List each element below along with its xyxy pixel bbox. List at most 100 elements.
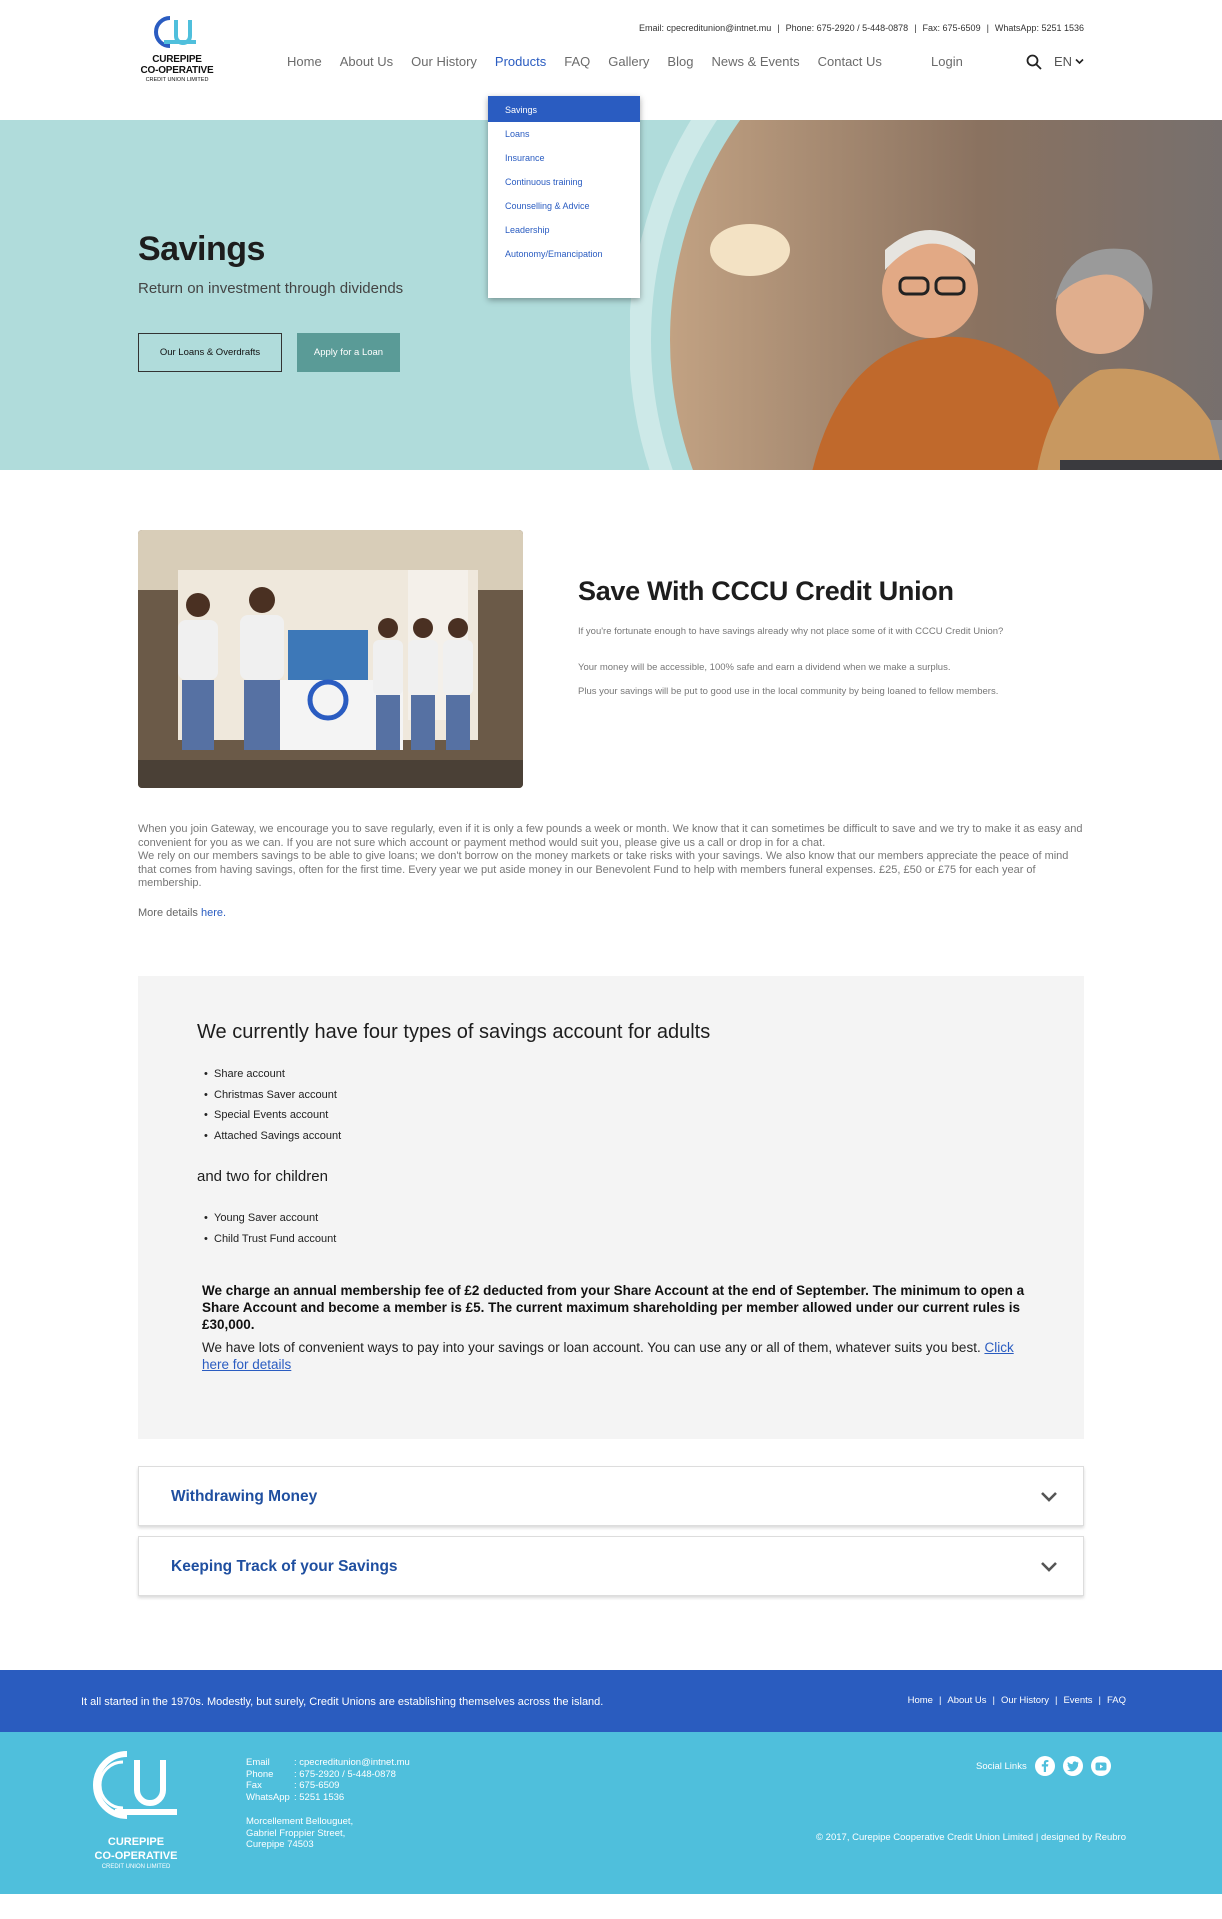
top-email[interactable]: Email: cpecreditunion@intnet.mu — [639, 23, 771, 33]
footer-logo-mark-icon — [93, 1751, 177, 1819]
logo-line-2: CO-OPERATIVE — [140, 65, 214, 76]
footer-links: Home | About Us | Our History | Events | FAQ — [908, 1695, 1126, 1706]
more-details-link[interactable]: here. — [201, 907, 226, 919]
contact-label: WhatsApp — [246, 1791, 290, 1803]
footer-link-home[interactable]: Home — [908, 1695, 933, 1706]
logo-mark-icon — [154, 16, 196, 48]
nav-about-us[interactable]: About Us — [340, 54, 393, 69]
footer-contact: Email : cpecreditunion@intnet.mu Phone : 6… — [246, 1757, 410, 1803]
nav-news-events[interactable]: News & Events — [711, 54, 799, 69]
footer-main: CUREPIPE CO-OPERATIVE CREDIT UNION LIMIT… — [0, 1732, 1222, 1894]
child-accounts-list: Young Saver account Child Trust Fund acc… — [204, 1212, 336, 1253]
hero-couple-image — [630, 120, 1222, 470]
social-links-label: Social Links — [976, 1760, 1027, 1772]
team-photo — [138, 530, 523, 788]
nav-gallery[interactable]: Gallery — [608, 54, 649, 69]
divider: | — [914, 23, 917, 33]
membership-fee-text: We charge an annual membership fee of £2… — [202, 1283, 1025, 1332]
account-types-panel: We currently have four types of savings … — [138, 976, 1084, 1439]
footer-link-about[interactable]: About Us — [947, 1695, 986, 1706]
list-item: Special Events account — [204, 1109, 341, 1130]
top-whatsapp[interactable]: WhatsApp: 5251 1536 — [995, 23, 1084, 33]
footer-link-events[interactable]: Events — [1063, 1695, 1092, 1706]
search-icon[interactable] — [1026, 54, 1042, 70]
youtube-icon[interactable] — [1090, 1756, 1111, 1776]
top-contact-bar: Email: cpecreditunion@intnet.mu | Phone:… — [639, 23, 1084, 33]
footer-logo-line-3: CREDIT UNION LIMITED — [101, 1864, 171, 1870]
contact-label: Fax — [246, 1780, 262, 1791]
footer-address: Morcellement Bellouguet, Gabriel Froppie… — [246, 1816, 353, 1851]
products-dropdown: Savings Loans Insurance Continuous train… — [488, 96, 640, 298]
nav-products[interactable]: Products — [495, 54, 546, 69]
dropdown-item-savings[interactable]: Savings — [488, 98, 640, 122]
adult-accounts-heading: We currently have four types of savings … — [197, 1021, 711, 1043]
children-accounts-heading: and two for children — [197, 1168, 328, 1185]
list-item: Share account — [204, 1068, 341, 1089]
hero-title: Savings — [138, 230, 265, 268]
contact-row: Email : cpecreditunion@intnet.mu — [246, 1757, 410, 1769]
list-item: Attached Savings account — [204, 1130, 341, 1151]
social-links: Social Links — [976, 1756, 1111, 1776]
accordion-keeping-track[interactable]: Keeping Track of your Savings — [138, 1536, 1084, 1596]
more-details-label: More details — [138, 907, 201, 919]
contact-value[interactable]: : cpecreditunion@intnet.mu — [294, 1757, 410, 1769]
nav-our-history[interactable]: Our History — [411, 54, 477, 69]
login-link[interactable]: Login — [931, 54, 963, 69]
copyright: © 2017, Curepipe Cooperative Credit Unio… — [816, 1832, 1126, 1843]
nav-home[interactable]: Home — [287, 54, 322, 69]
contact-row: Phone : 675-2920 / 5-448-0878 — [246, 1769, 410, 1781]
savings-description: When you join Gateway, we encourage you … — [138, 823, 1084, 891]
twitter-icon[interactable] — [1062, 1756, 1083, 1776]
chevron-down-icon — [1041, 1492, 1057, 1502]
facebook-icon[interactable] — [1034, 1756, 1055, 1776]
footer-tagline: It all started in the 1970s. Modestly, b… — [81, 1696, 604, 1708]
nav-faq[interactable]: FAQ — [564, 54, 590, 69]
dropdown-item-insurance[interactable]: Insurance — [488, 146, 640, 170]
accordion-title: Keeping Track of your Savings — [171, 1558, 398, 1575]
apply-loan-button[interactable]: Apply for a Loan — [297, 333, 400, 372]
dropdown-item-counselling[interactable]: Counselling & Advice — [488, 194, 640, 218]
address-line: Gabriel Froppier Street, — [246, 1827, 346, 1839]
more-details: More details here. — [138, 907, 226, 919]
top-fax: Fax: 675-6509 — [922, 23, 981, 33]
divider: | — [992, 1695, 995, 1706]
contact-row: WhatsApp : 5251 1536 — [246, 1792, 410, 1804]
accordion-title: Withdrawing Money — [171, 1488, 318, 1505]
list-item: Christmas Saver account — [204, 1089, 341, 1110]
accordion-withdrawing-money[interactable]: Withdrawing Money — [138, 1466, 1084, 1526]
divider: | — [938, 1695, 942, 1706]
chevron-down-icon — [1075, 58, 1084, 65]
language-select[interactable]: EN — [1054, 54, 1084, 69]
divider: | — [986, 23, 989, 33]
nav-contact-us[interactable]: Contact Us — [818, 54, 882, 69]
intro-paragraph-2: Your money will be accessible, 100% safe… — [578, 662, 951, 673]
language-label: EN — [1054, 54, 1073, 69]
loans-overdrafts-button[interactable]: Our Loans & Overdrafts — [138, 333, 282, 372]
payment-ways-text: We have lots of convenient ways to pay i… — [202, 1339, 1032, 1373]
contact-label: Phone — [246, 1768, 274, 1780]
logo-line-3: CREDIT UNION LIMITED — [145, 77, 209, 83]
dropdown-item-leadership[interactable]: Leadership — [488, 218, 640, 242]
body-paragraph-2: We rely on our members savings to be abl… — [138, 850, 1069, 889]
nav-blog[interactable]: Blog — [667, 54, 693, 69]
dropdown-item-autonomy[interactable]: Autonomy/Emancipation — [488, 242, 640, 266]
footer-link-faq[interactable]: FAQ — [1107, 1695, 1126, 1706]
top-phone[interactable]: Phone: 675-2920 / 5-448-0878 — [786, 23, 909, 33]
dropdown-item-training[interactable]: Continuous training — [488, 170, 640, 194]
site-logo[interactable]: CUREPIPE CO-OPERATIVE CREDIT UNION LIMIT… — [138, 14, 216, 88]
footer-logo[interactable]: CUREPIPE CO-OPERATIVE CREDIT UNION LIMIT… — [93, 1746, 179, 1870]
payment-ways-label: We have lots of convenient ways to pay i… — [202, 1340, 985, 1355]
dropdown-item-loans[interactable]: Loans — [488, 122, 640, 146]
team-photo-image — [138, 530, 523, 788]
divider: | — [777, 23, 780, 33]
list-item: Young Saver account — [204, 1212, 336, 1233]
contact-value[interactable]: : 675-2920 / 5-448-0878 — [294, 1769, 396, 1781]
divider: | — [1098, 1695, 1101, 1706]
footer-top-bar: It all started in the 1970s. Modestly, b… — [0, 1670, 1222, 1732]
logo-line-1: CUREPIPE — [152, 54, 202, 65]
address-line: Curepipe 74503 — [246, 1839, 314, 1850]
contact-label: Email — [246, 1757, 270, 1768]
contact-value[interactable]: : 5251 1536 — [294, 1792, 344, 1804]
footer-link-history[interactable]: Our History — [1001, 1695, 1049, 1706]
footer-logo-line-1: CUREPIPE — [107, 1836, 165, 1848]
